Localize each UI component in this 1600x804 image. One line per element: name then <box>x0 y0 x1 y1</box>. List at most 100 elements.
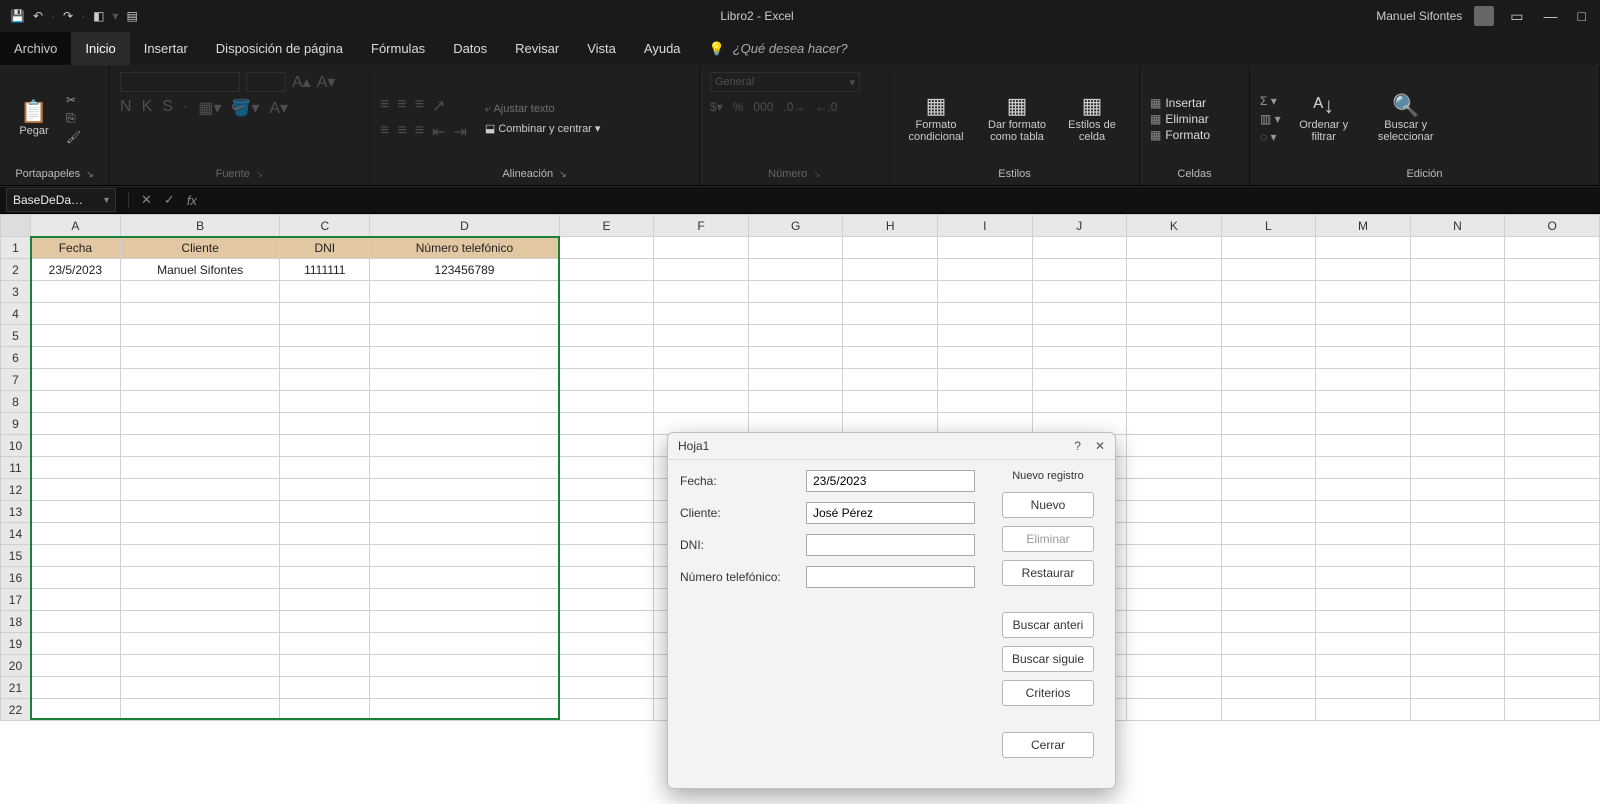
cell-N4[interactable] <box>1410 303 1505 325</box>
save-icon[interactable]: 💾 <box>10 9 25 23</box>
row-header-12[interactable]: 12 <box>1 479 31 501</box>
cell-M19[interactable] <box>1316 633 1411 655</box>
col-header-J[interactable]: J <box>1032 215 1127 237</box>
cell-K10[interactable] <box>1127 435 1222 457</box>
cell-H4[interactable] <box>843 303 938 325</box>
cell-M14[interactable] <box>1316 523 1411 545</box>
cell-O18[interactable] <box>1505 611 1600 633</box>
cell-M3[interactable] <box>1316 281 1411 303</box>
row-header-21[interactable]: 21 <box>1 677 31 699</box>
cell-O3[interactable] <box>1505 281 1600 303</box>
cell-L20[interactable] <box>1221 655 1316 677</box>
cell-F5[interactable] <box>654 325 749 347</box>
cell-E20[interactable] <box>559 655 654 677</box>
wrap-text-button[interactable]: ⤶ Ajustar texto <box>485 103 601 116</box>
cancel-entry-icon[interactable]: ✕ <box>135 192 158 208</box>
cell-F4[interactable] <box>654 303 749 325</box>
cell-D4[interactable] <box>370 303 560 325</box>
row-header-6[interactable]: 6 <box>1 347 31 369</box>
col-header-H[interactable]: H <box>843 215 938 237</box>
cell-B2[interactable]: Manuel Sifontes <box>120 259 280 281</box>
cell-L19[interactable] <box>1221 633 1316 655</box>
cell-L21[interactable] <box>1221 677 1316 699</box>
col-header-G[interactable]: G <box>748 215 843 237</box>
cell-L15[interactable] <box>1221 545 1316 567</box>
cell-K16[interactable] <box>1127 567 1222 589</box>
cell-L16[interactable] <box>1221 567 1316 589</box>
cell-G3[interactable] <box>748 281 843 303</box>
tab-archivo[interactable]: Archivo <box>0 32 71 65</box>
cell-I2[interactable] <box>937 259 1032 281</box>
cell-I6[interactable] <box>937 347 1032 369</box>
cell-K8[interactable] <box>1127 391 1222 413</box>
cell-M10[interactable] <box>1316 435 1411 457</box>
cell-D3[interactable] <box>370 281 560 303</box>
cell-D20[interactable] <box>370 655 560 677</box>
col-header-L[interactable]: L <box>1221 215 1316 237</box>
cell-B9[interactable] <box>120 413 280 435</box>
cell-K1[interactable] <box>1127 237 1222 259</box>
launcher-icon[interactable]: ↘ <box>86 169 94 180</box>
cell-C1[interactable]: DNI <box>280 237 370 259</box>
cell-A21[interactable] <box>30 677 120 699</box>
cell-H7[interactable] <box>843 369 938 391</box>
cell-H6[interactable] <box>843 347 938 369</box>
clear-icon[interactable]: ◌ ▾ <box>1260 130 1281 144</box>
cell-N12[interactable] <box>1410 479 1505 501</box>
cell-K12[interactable] <box>1127 479 1222 501</box>
cell-N8[interactable] <box>1410 391 1505 413</box>
launcher-icon[interactable]: ↘ <box>813 169 821 180</box>
cell-N20[interactable] <box>1410 655 1505 677</box>
row-header-2[interactable]: 2 <box>1 259 31 281</box>
cell-A20[interactable] <box>30 655 120 677</box>
border-icon[interactable]: ▦▾ <box>198 98 221 118</box>
cell-C11[interactable] <box>280 457 370 479</box>
cell-A18[interactable] <box>30 611 120 633</box>
cell-G4[interactable] <box>748 303 843 325</box>
cell-G7[interactable] <box>748 369 843 391</box>
cell-H1[interactable] <box>843 237 938 259</box>
cell-D5[interactable] <box>370 325 560 347</box>
cell-M16[interactable] <box>1316 567 1411 589</box>
cell-N11[interactable] <box>1410 457 1505 479</box>
cell-E6[interactable] <box>559 347 654 369</box>
cell-B4[interactable] <box>120 303 280 325</box>
cell-M18[interactable] <box>1316 611 1411 633</box>
cell-A15[interactable] <box>30 545 120 567</box>
row-header-20[interactable]: 20 <box>1 655 31 677</box>
col-header-I[interactable]: I <box>937 215 1032 237</box>
tab-disposicion[interactable]: Disposición de página <box>202 32 357 65</box>
criterios-button[interactable]: Criterios <box>1002 680 1094 706</box>
cell-G5[interactable] <box>748 325 843 347</box>
col-header-B[interactable]: B <box>120 215 280 237</box>
align-top-icon[interactable]: ≡ <box>380 96 389 116</box>
cell-E18[interactable] <box>559 611 654 633</box>
cell-E1[interactable] <box>559 237 654 259</box>
cell-C8[interactable] <box>280 391 370 413</box>
cell-D22[interactable] <box>370 699 560 721</box>
cell-L7[interactable] <box>1221 369 1316 391</box>
find-select-button[interactable]: 🔍 Buscar y seleccionar <box>1367 95 1445 143</box>
cell-C18[interactable] <box>280 611 370 633</box>
cell-O9[interactable] <box>1505 413 1600 435</box>
cell-O5[interactable] <box>1505 325 1600 347</box>
number-format-selector[interactable]: General <box>715 76 754 88</box>
cell-F3[interactable] <box>654 281 749 303</box>
autosum-icon[interactable]: Σ ▾ <box>1260 94 1281 108</box>
cell-E7[interactable] <box>559 369 654 391</box>
cell-E4[interactable] <box>559 303 654 325</box>
cell-M15[interactable] <box>1316 545 1411 567</box>
conditional-format-button[interactable]: ▦ Formato condicional <box>900 95 972 143</box>
row-header-7[interactable]: 7 <box>1 369 31 391</box>
cell-L2[interactable] <box>1221 259 1316 281</box>
cliente-input[interactable] <box>806 502 975 524</box>
cell-C12[interactable] <box>280 479 370 501</box>
cell-K4[interactable] <box>1127 303 1222 325</box>
cell-B21[interactable] <box>120 677 280 699</box>
cell-C17[interactable] <box>280 589 370 611</box>
cell-N18[interactable] <box>1410 611 1505 633</box>
cell-D16[interactable] <box>370 567 560 589</box>
col-header-E[interactable]: E <box>559 215 654 237</box>
align-center-icon[interactable]: ≡ <box>397 122 406 142</box>
cell-B11[interactable] <box>120 457 280 479</box>
